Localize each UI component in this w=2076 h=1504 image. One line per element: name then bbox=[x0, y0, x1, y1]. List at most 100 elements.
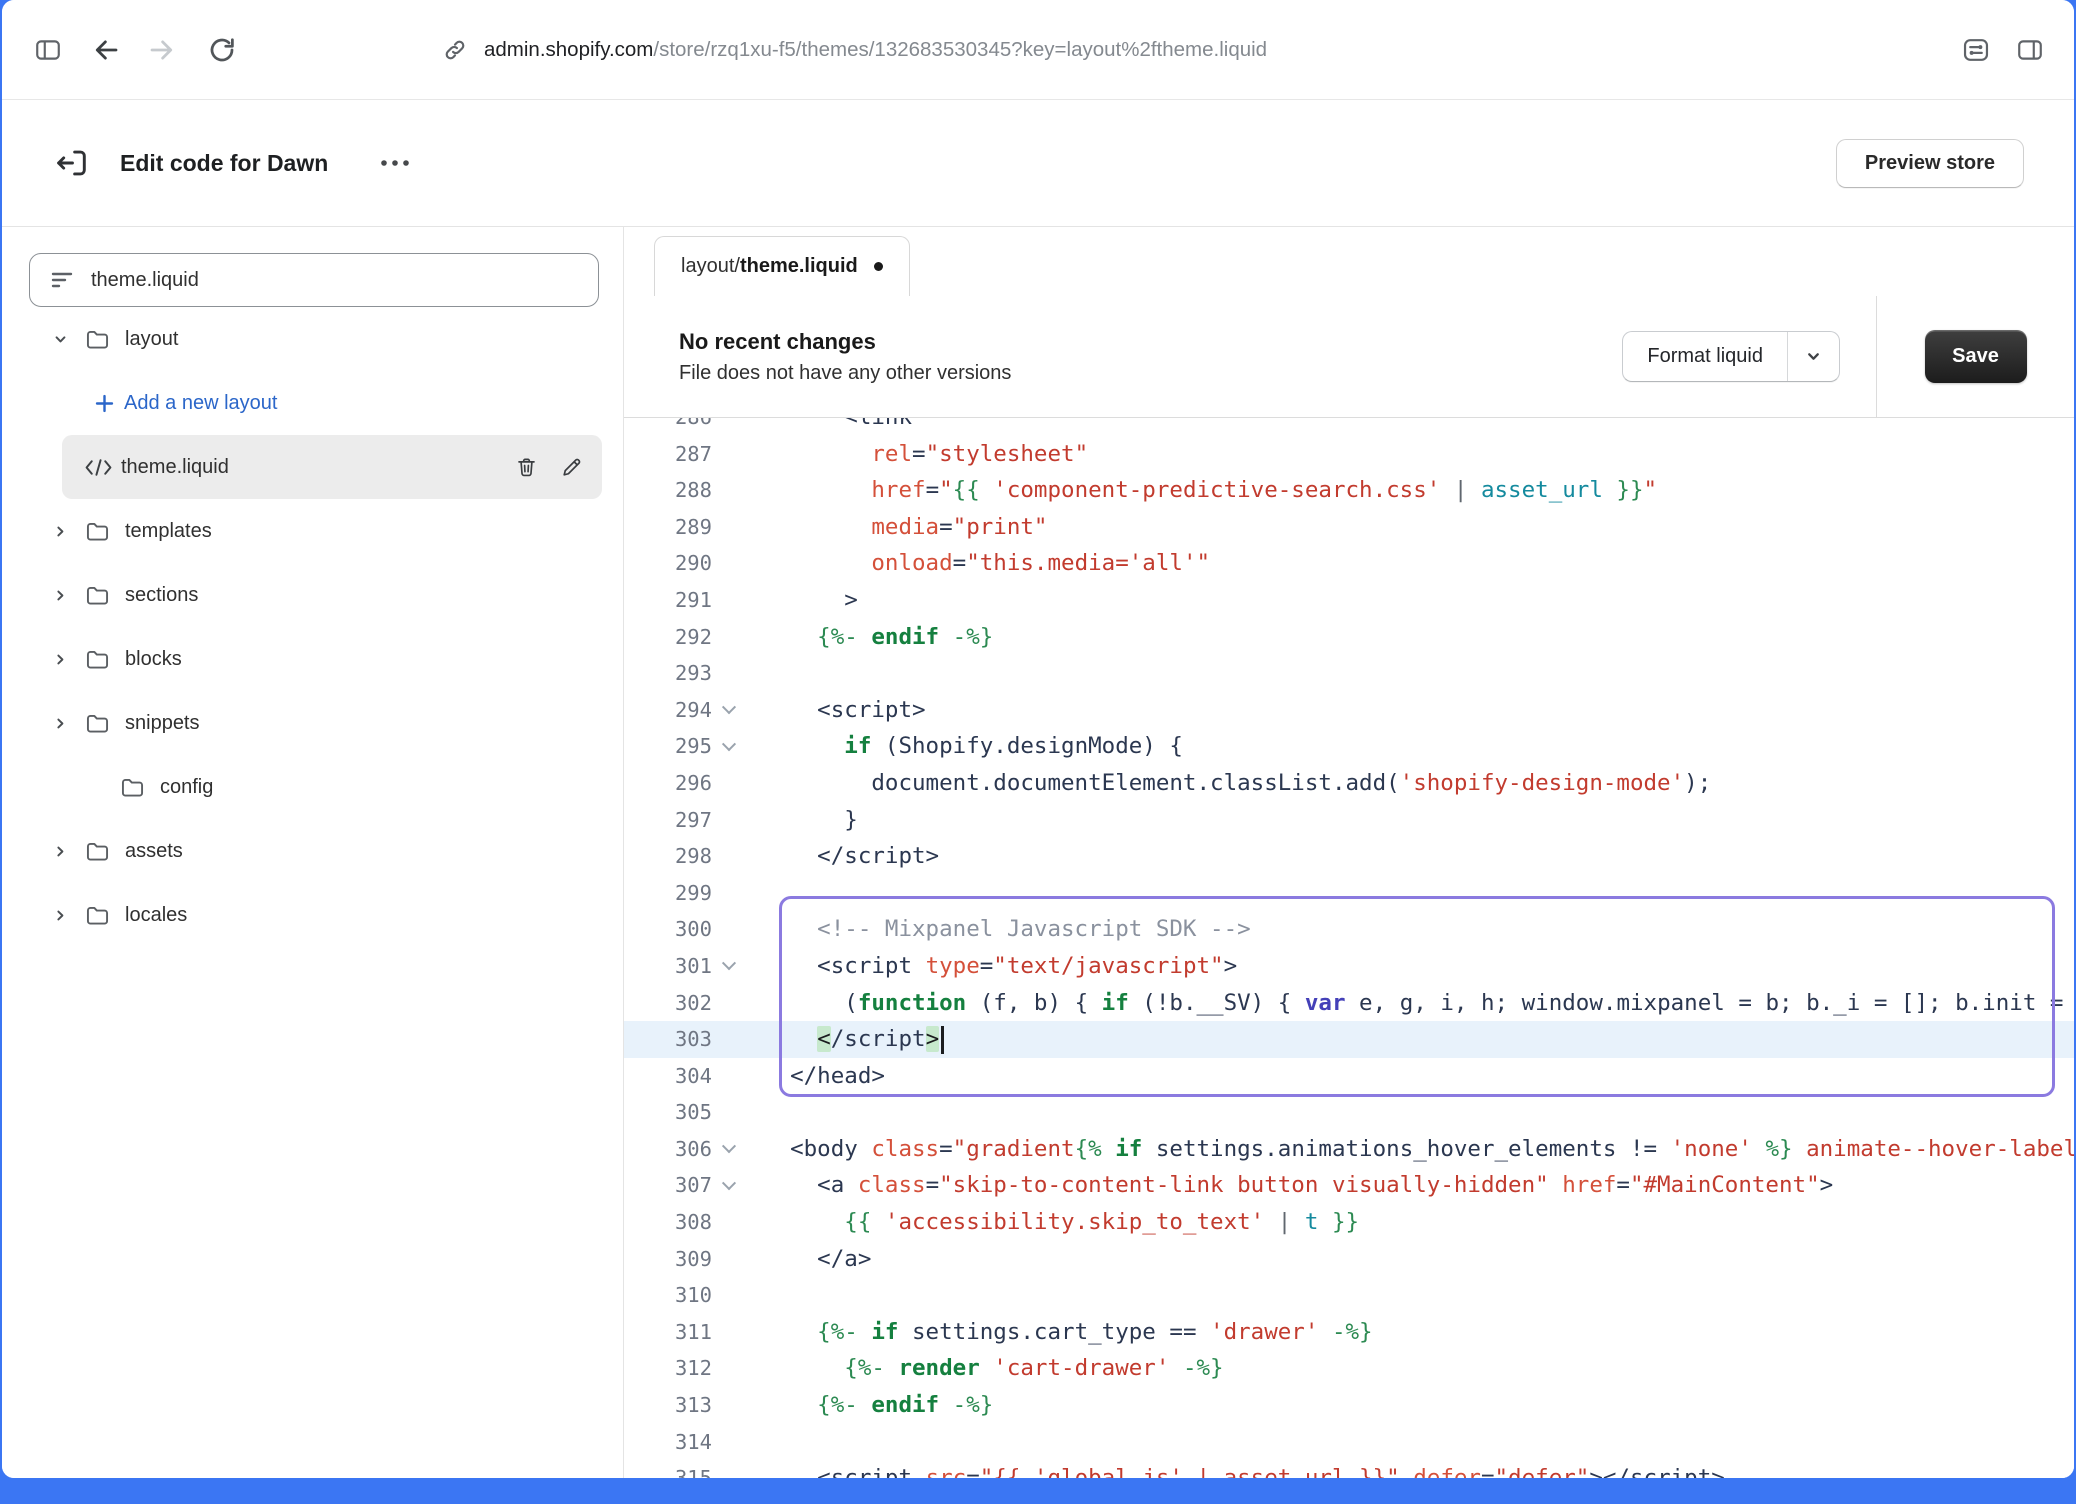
tree-item-label: snippets bbox=[125, 712, 200, 735]
fold-chevron-icon bbox=[722, 956, 736, 970]
tree-item-label: sections bbox=[125, 584, 198, 607]
code-line-292[interactable]: 292 {%- endif -%} bbox=[624, 619, 2074, 656]
code-line-314[interactable]: 314 bbox=[624, 1424, 2074, 1461]
exit-icon[interactable] bbox=[48, 140, 94, 186]
code-line-305[interactable]: 305 bbox=[624, 1094, 2074, 1131]
code-line-315[interactable]: 315 <script src="{{ 'global.js' | asset_… bbox=[624, 1460, 2074, 1478]
line-number: 306 bbox=[624, 1131, 712, 1168]
fold-column[interactable] bbox=[712, 728, 746, 765]
delete-file-icon[interactable] bbox=[510, 451, 543, 484]
save-button[interactable]: Save bbox=[1925, 330, 2027, 383]
tree-item-label: assets bbox=[125, 840, 183, 863]
url-bar[interactable]: admin.shopify.com/store/rzq1xu-f5/themes… bbox=[442, 37, 1954, 63]
chevron-right-icon[interactable] bbox=[53, 588, 68, 603]
chevron-down-icon[interactable] bbox=[53, 332, 68, 347]
split-view-icon[interactable] bbox=[2008, 28, 2052, 72]
chevron-right-icon[interactable] bbox=[53, 716, 68, 731]
code-file-icon bbox=[84, 457, 113, 478]
tree-item-label: config bbox=[160, 776, 213, 799]
tree-item-add-a-new-layout[interactable]: Add a new layout bbox=[29, 371, 601, 435]
tab-theme-liquid[interactable]: layout/theme.liquid bbox=[654, 236, 910, 296]
reload-icon[interactable] bbox=[200, 28, 244, 72]
line-number: 315 bbox=[624, 1460, 712, 1478]
editor-panel: layout/theme.liquid No recent changes Fi… bbox=[624, 227, 2074, 1478]
fold-column bbox=[712, 472, 746, 509]
code-line-301[interactable]: 301 <script type="text/javascript"> bbox=[624, 948, 2074, 985]
code-line-287[interactable]: 287 rel="stylesheet" bbox=[624, 436, 2074, 473]
tab-path-prefix: layout/ bbox=[681, 255, 740, 277]
tree-item-snippets[interactable]: snippets bbox=[29, 691, 601, 755]
code-line-289[interactable]: 289 media="print" bbox=[624, 509, 2074, 546]
sidebar-toggle-icon[interactable] bbox=[26, 28, 70, 72]
tree-item-label: locales bbox=[125, 904, 187, 927]
tree-item-blocks[interactable]: blocks bbox=[29, 627, 601, 691]
tree-item-locales[interactable]: locales bbox=[29, 883, 601, 947]
search-input[interactable] bbox=[91, 269, 580, 292]
line-number: 305 bbox=[624, 1094, 712, 1131]
tree-item-sections[interactable]: sections bbox=[29, 563, 601, 627]
code-line-310[interactable]: 310 bbox=[624, 1277, 2074, 1314]
fold-column bbox=[712, 1094, 746, 1131]
chevron-right-icon[interactable] bbox=[53, 844, 68, 859]
line-number: 313 bbox=[624, 1387, 712, 1424]
format-liquid-button[interactable]: Format liquid bbox=[1622, 331, 1840, 382]
code-line-304[interactable]: 304 </head> bbox=[624, 1058, 2074, 1095]
file-search[interactable] bbox=[29, 253, 599, 307]
fold-column bbox=[712, 1058, 746, 1095]
tree-item-theme-liquid[interactable]: theme.liquid bbox=[62, 435, 602, 499]
fold-column bbox=[712, 1424, 746, 1461]
fold-column bbox=[712, 1314, 746, 1351]
line-number: 308 bbox=[624, 1204, 712, 1241]
fold-column[interactable] bbox=[712, 1131, 746, 1168]
overflow-dots-icon[interactable] bbox=[370, 149, 420, 177]
tree-item-assets[interactable]: assets bbox=[29, 819, 601, 883]
fold-column[interactable] bbox=[712, 1167, 746, 1204]
code-line-306[interactable]: 306 <body class="gradient{% if settings.… bbox=[624, 1131, 2074, 1168]
code-line-308[interactable]: 308 {{ 'accessibility.skip_to_text' | t … bbox=[624, 1204, 2074, 1241]
fold-column[interactable] bbox=[712, 692, 746, 729]
chevron-down-icon[interactable] bbox=[1787, 332, 1839, 381]
line-number: 303 bbox=[624, 1021, 712, 1058]
tree-item-label: layout bbox=[125, 328, 178, 351]
tree-item-layout[interactable]: layout bbox=[29, 307, 601, 371]
line-number: 294 bbox=[624, 692, 712, 729]
back-icon[interactable] bbox=[84, 28, 128, 72]
code-line-297[interactable]: 297 } bbox=[624, 802, 2074, 839]
code-editor[interactable]: 286 <link287 rel="stylesheet"288 href="{… bbox=[624, 418, 2074, 1478]
code-line-313[interactable]: 313 {%- endif -%} bbox=[624, 1387, 2074, 1424]
line-number: 298 bbox=[624, 838, 712, 875]
line-number: 289 bbox=[624, 509, 712, 546]
chevron-right-icon[interactable] bbox=[53, 524, 68, 539]
tree-item-templates[interactable]: templates bbox=[29, 499, 601, 563]
code-line-295[interactable]: 295 if (Shopify.designMode) { bbox=[624, 728, 2074, 765]
fold-column bbox=[712, 838, 746, 875]
code-line-309[interactable]: 309 </a> bbox=[624, 1241, 2074, 1278]
folder-icon bbox=[84, 582, 111, 609]
code-line-299[interactable]: 299 bbox=[624, 875, 2074, 912]
code-line-303[interactable]: 303 </script> bbox=[624, 1021, 2074, 1058]
code-line-288[interactable]: 288 href="{{ 'component-predictive-searc… bbox=[624, 472, 2074, 509]
chevron-right-icon[interactable] bbox=[53, 652, 68, 667]
line-number: 293 bbox=[624, 655, 712, 692]
code-line-293[interactable]: 293 bbox=[624, 655, 2074, 692]
fold-column[interactable] bbox=[712, 948, 746, 985]
forward-icon[interactable] bbox=[140, 28, 184, 72]
code-line-286[interactable]: 286 <link bbox=[624, 418, 2074, 436]
preview-store-button[interactable]: Preview store bbox=[1836, 139, 2024, 188]
code-line-307[interactable]: 307 <a class="skip-to-content-link butto… bbox=[624, 1167, 2074, 1204]
code-line-298[interactable]: 298 </script> bbox=[624, 838, 2074, 875]
rename-file-icon[interactable] bbox=[555, 451, 588, 484]
code-line-291[interactable]: 291 > bbox=[624, 582, 2074, 619]
chevron-right-icon[interactable] bbox=[53, 908, 68, 923]
tune-icon[interactable] bbox=[1954, 28, 1998, 72]
fold-column bbox=[712, 1021, 746, 1058]
code-line-311[interactable]: 311 {%- if settings.cart_type == 'drawer… bbox=[624, 1314, 2074, 1351]
tree-item-config[interactable]: config bbox=[29, 755, 601, 819]
code-line-312[interactable]: 312 {%- render 'cart-drawer' -%} bbox=[624, 1350, 2074, 1387]
code-line-296[interactable]: 296 document.documentElement.classList.a… bbox=[624, 765, 2074, 802]
code-line-290[interactable]: 290 onload="this.media='all'" bbox=[624, 545, 2074, 582]
code-line-300[interactable]: 300 <!-- Mixpanel Javascript SDK --> bbox=[624, 911, 2074, 948]
fold-column bbox=[712, 1277, 746, 1314]
code-line-294[interactable]: 294 <script> bbox=[624, 692, 2074, 729]
code-line-302[interactable]: 302 (function (f, b) { if (!b.__SV) { va… bbox=[624, 985, 2074, 1022]
